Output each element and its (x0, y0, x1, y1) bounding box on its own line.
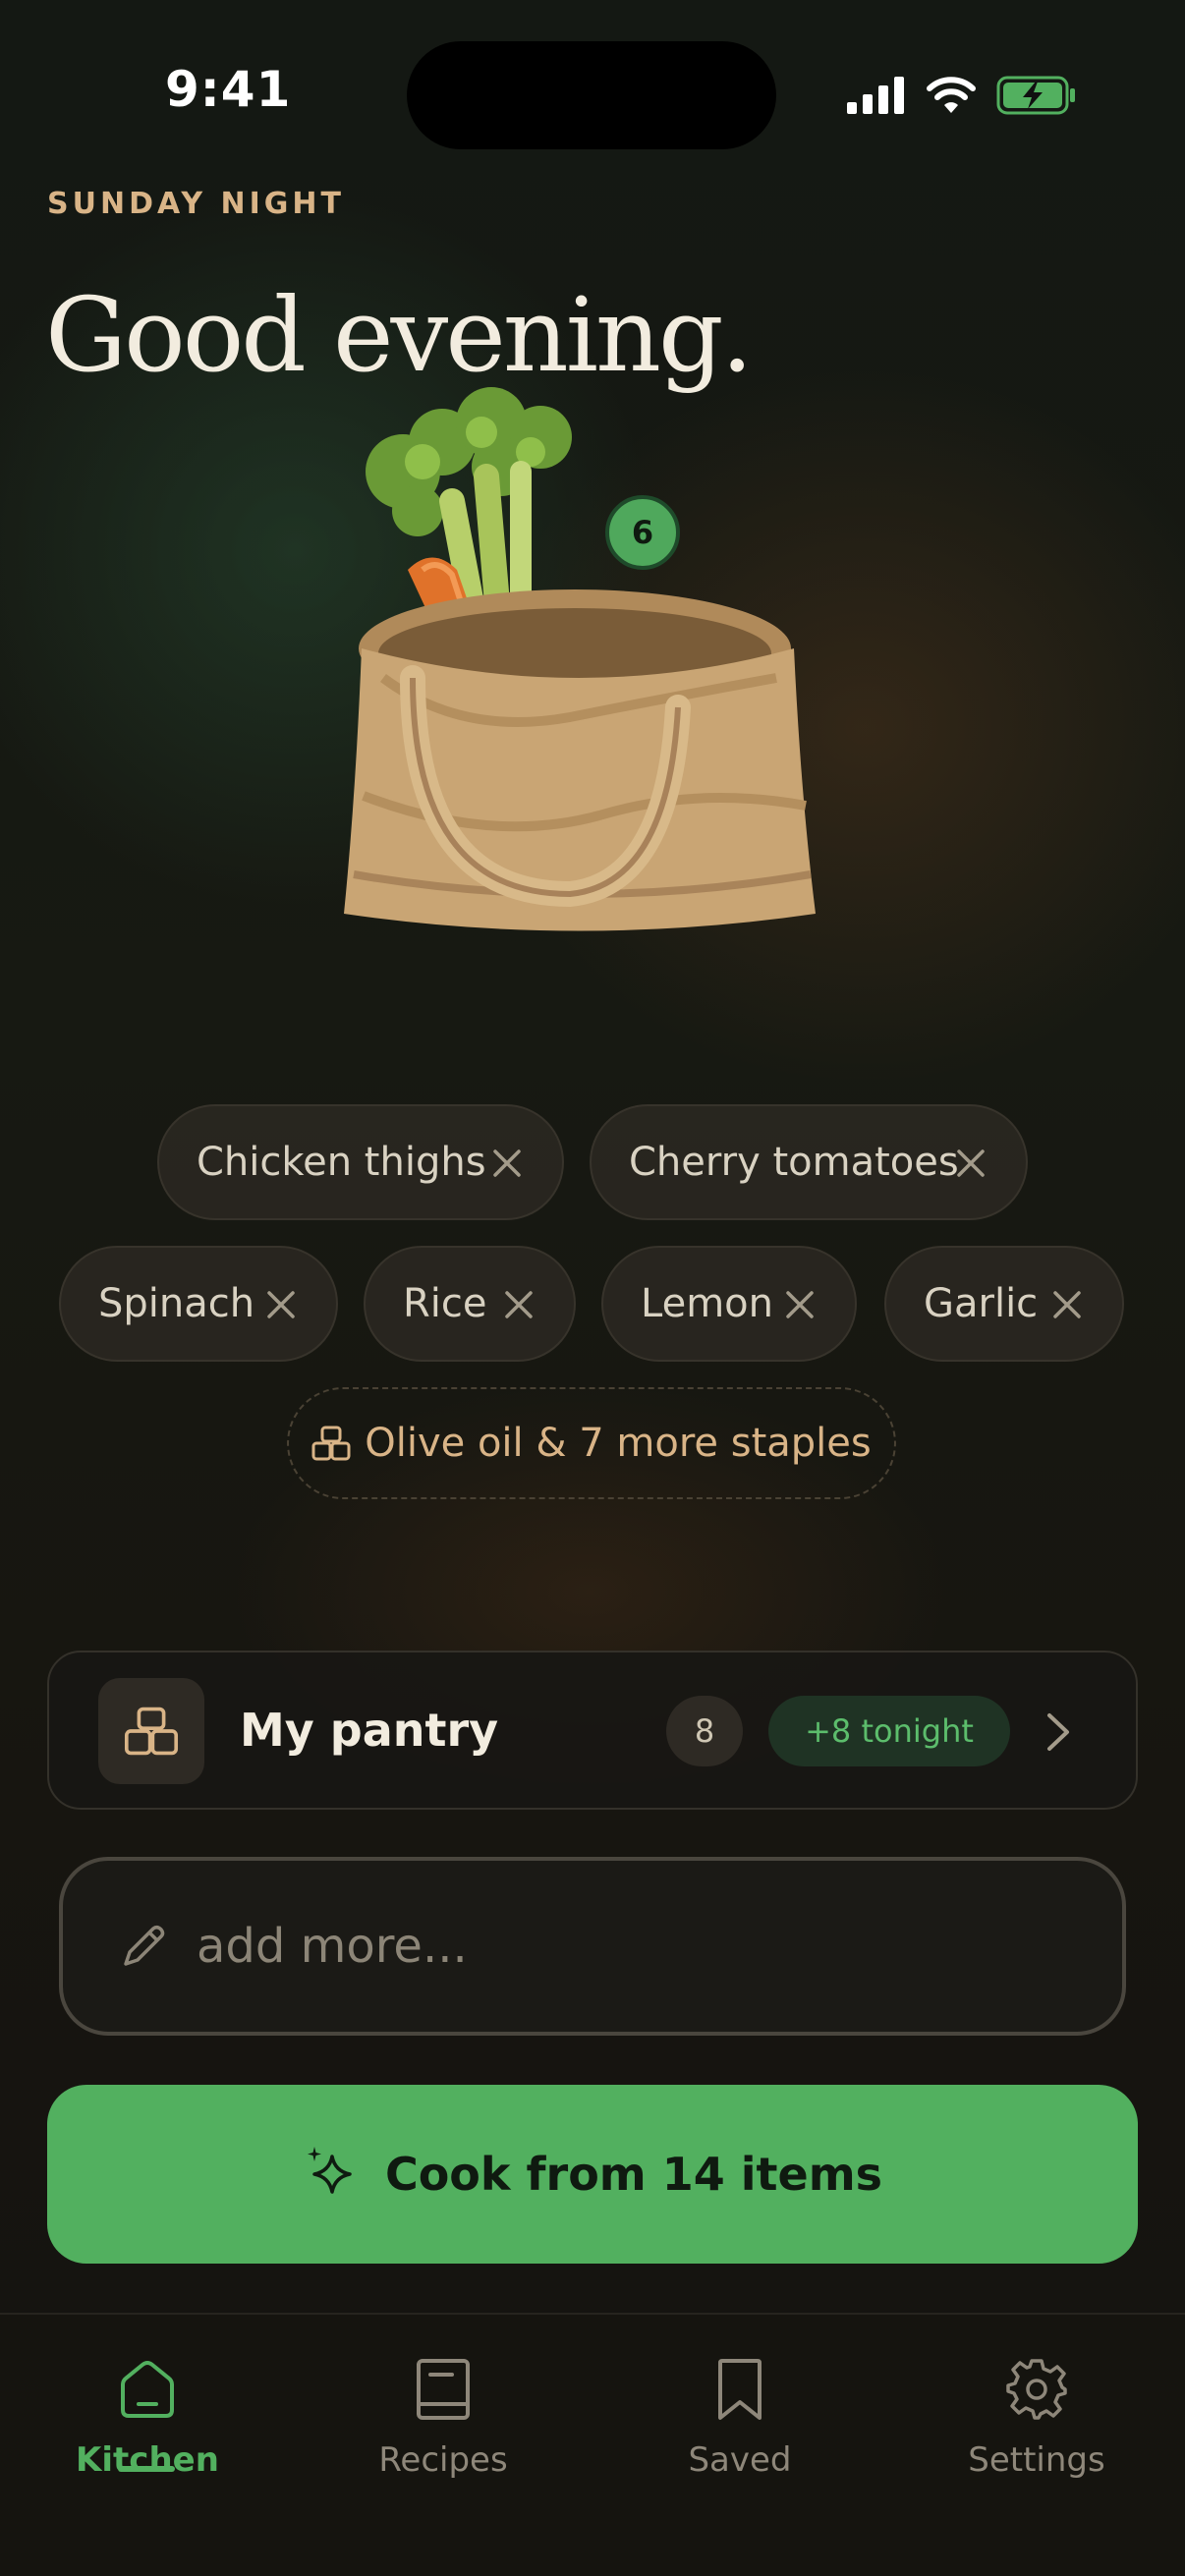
tab-label: Settings (968, 2440, 1105, 2480)
remove-icon[interactable] (780, 1285, 819, 1324)
ingredient-chip-label: Chicken thighs (197, 1140, 486, 1185)
dynamic-island (407, 41, 776, 149)
wifi-icon (927, 77, 976, 113)
tab-label: Recipes (378, 2440, 508, 2480)
chevron-right-icon (1047, 1713, 1069, 1751)
pantry-icon-box (98, 1678, 204, 1784)
pantry-title: My pantry (240, 1704, 499, 1757)
ingredient-chip[interactable]: Spinach (59, 1246, 338, 1362)
status-icons (847, 71, 1077, 120)
home-icon (121, 2361, 174, 2418)
staples-label: Olive oil & 7 more staples (365, 1421, 872, 1466)
eyebrow-label: SUNDAY NIGHT (47, 187, 345, 221)
sparkle-icon (307, 2147, 352, 2194)
remove-icon[interactable] (261, 1285, 301, 1324)
tab-label: Kitchen (76, 2440, 219, 2480)
tab-kitchen[interactable]: Kitchen (39, 2350, 255, 2480)
ingredient-chip[interactable]: Chicken thighs (157, 1104, 564, 1220)
remove-icon[interactable] (1047, 1285, 1087, 1324)
ingredient-chip-label: Spinach (98, 1281, 255, 1326)
pantry-jars-icon (311, 1426, 351, 1461)
tab-saved[interactable]: Saved (632, 2350, 848, 2480)
ingredient-chip-label: Cherry tomatoes (629, 1140, 959, 1185)
tab-label: Saved (688, 2440, 792, 2480)
ingredient-chip[interactable]: Cherry tomatoes (590, 1104, 1028, 1220)
ingredient-chip[interactable]: Garlic (884, 1246, 1124, 1362)
pantry-tonight-badge: +8 tonight (768, 1696, 1010, 1766)
bookmark-icon (718, 2359, 762, 2420)
active-tab-indicator (118, 2466, 175, 2472)
tab-settings[interactable]: Settings (929, 2350, 1145, 2480)
bag-item-count-badge: 6 (605, 495, 680, 570)
battery-charging-icon (996, 76, 1075, 115)
book-icon (417, 2359, 470, 2420)
greeting-title: Good evening. (45, 275, 754, 395)
remove-icon[interactable] (951, 1144, 990, 1183)
add-ingredient-input[interactable]: add more... (59, 1857, 1126, 2036)
cook-button-label: Cook from 14 items (384, 2148, 883, 2201)
cook-button[interactable]: Cook from 14 items (47, 2085, 1138, 2264)
pencil-icon (124, 1925, 165, 1966)
remove-icon[interactable] (499, 1285, 538, 1324)
grocery-bag-illustration (344, 383, 835, 963)
ingredient-chip[interactable]: Rice (364, 1246, 576, 1362)
pantry-jars-icon (124, 1707, 179, 1756)
gear-icon (1006, 2359, 1067, 2420)
ingredient-chip[interactable]: Lemon (601, 1246, 857, 1362)
tab-recipes[interactable]: Recipes (335, 2350, 551, 2480)
pantry-count-badge: 8 (666, 1696, 743, 1766)
status-time: 9:41 (165, 61, 292, 118)
my-pantry-card[interactable]: My pantry 8 +8 tonight (47, 1651, 1138, 1810)
signal-icon (847, 77, 904, 114)
add-ingredient-placeholder: add more... (197, 1919, 468, 1974)
tab-bar: Kitchen Recipes Saved Settings (0, 2313, 1185, 2576)
ingredient-chip-label: Rice (403, 1281, 487, 1326)
ingredient-chip-label: Lemon (641, 1281, 773, 1326)
staples-chip[interactable]: Olive oil & 7 more staples (287, 1387, 896, 1499)
remove-icon[interactable] (487, 1144, 527, 1183)
ingredient-chip-label: Garlic (924, 1281, 1039, 1326)
